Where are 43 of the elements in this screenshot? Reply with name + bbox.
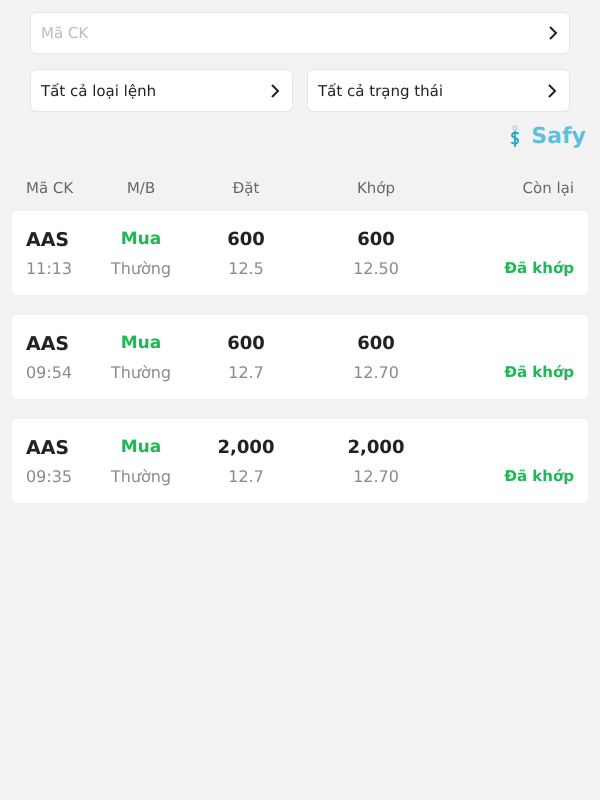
order-quantity: 600 [226,332,266,354]
symbol-text: AAS [26,436,70,458]
order-quantity: 600 [226,228,266,250]
dollar-tag-icon [509,124,522,148]
order-time: 09:35 [26,466,74,486]
order-type: Thường [110,466,172,486]
side-text: Mua [120,436,162,458]
matched-price: 12.70 [352,362,400,382]
matched-price: 12.50 [352,258,400,278]
filter-dropdown[interactable]: Tất cả trạng thái [307,69,570,112]
status-text: Đã khớp [503,258,574,278]
order-type: Thường [110,258,172,278]
side-text: Mua [120,332,162,354]
chevron-right-icon [547,82,557,98]
order-card[interactable]: AAS Mua 2,000 2,000 09:35 Thường 12.7 12.70 Đã khớp [12,419,588,503]
side-text: Mua [120,228,162,250]
chevron-right-icon [270,82,280,98]
symbol-text: AAS [26,228,70,250]
order-type: Thường [110,362,172,382]
order-price: 12.5 [227,258,265,278]
order-quantity: 2,000 [216,436,276,458]
order-card[interactable]: AAS Mua 600 600 09:54 Thường 12.7 12.70 Đã khớp [12,315,588,399]
matched-quantity: 600 [356,228,396,250]
chevron-right-icon [548,25,558,41]
order-time: 09:54 [26,362,74,382]
filter-dropdown[interactable]: Tất cả loại lệnh [30,69,293,112]
order-price: 12.7 [227,466,265,486]
column-header: Khớp [356,179,396,197]
order-time: 11:13 [26,258,74,278]
column-header: Còn lại [522,179,574,197]
brand-name: Safy [531,124,586,149]
matched-quantity: 2,000 [346,436,406,458]
column-header: M/B [126,179,156,197]
order-price: 12.7 [227,362,265,382]
order-card[interactable]: AAS Mua 600 600 11:13 Thường 12.5 12.50 Đã khớp [12,211,588,295]
column-header: Đặt [232,179,260,197]
matched-price: 12.70 [352,466,400,486]
symbol-text: AAS [26,332,70,354]
search-field[interactable]: Mã CK [30,12,570,54]
matched-quantity: 600 [356,332,396,354]
status-text: Đã khớp [503,466,574,486]
column-header: Mã CK [26,179,74,197]
status-text: Đã khớp [503,362,574,382]
